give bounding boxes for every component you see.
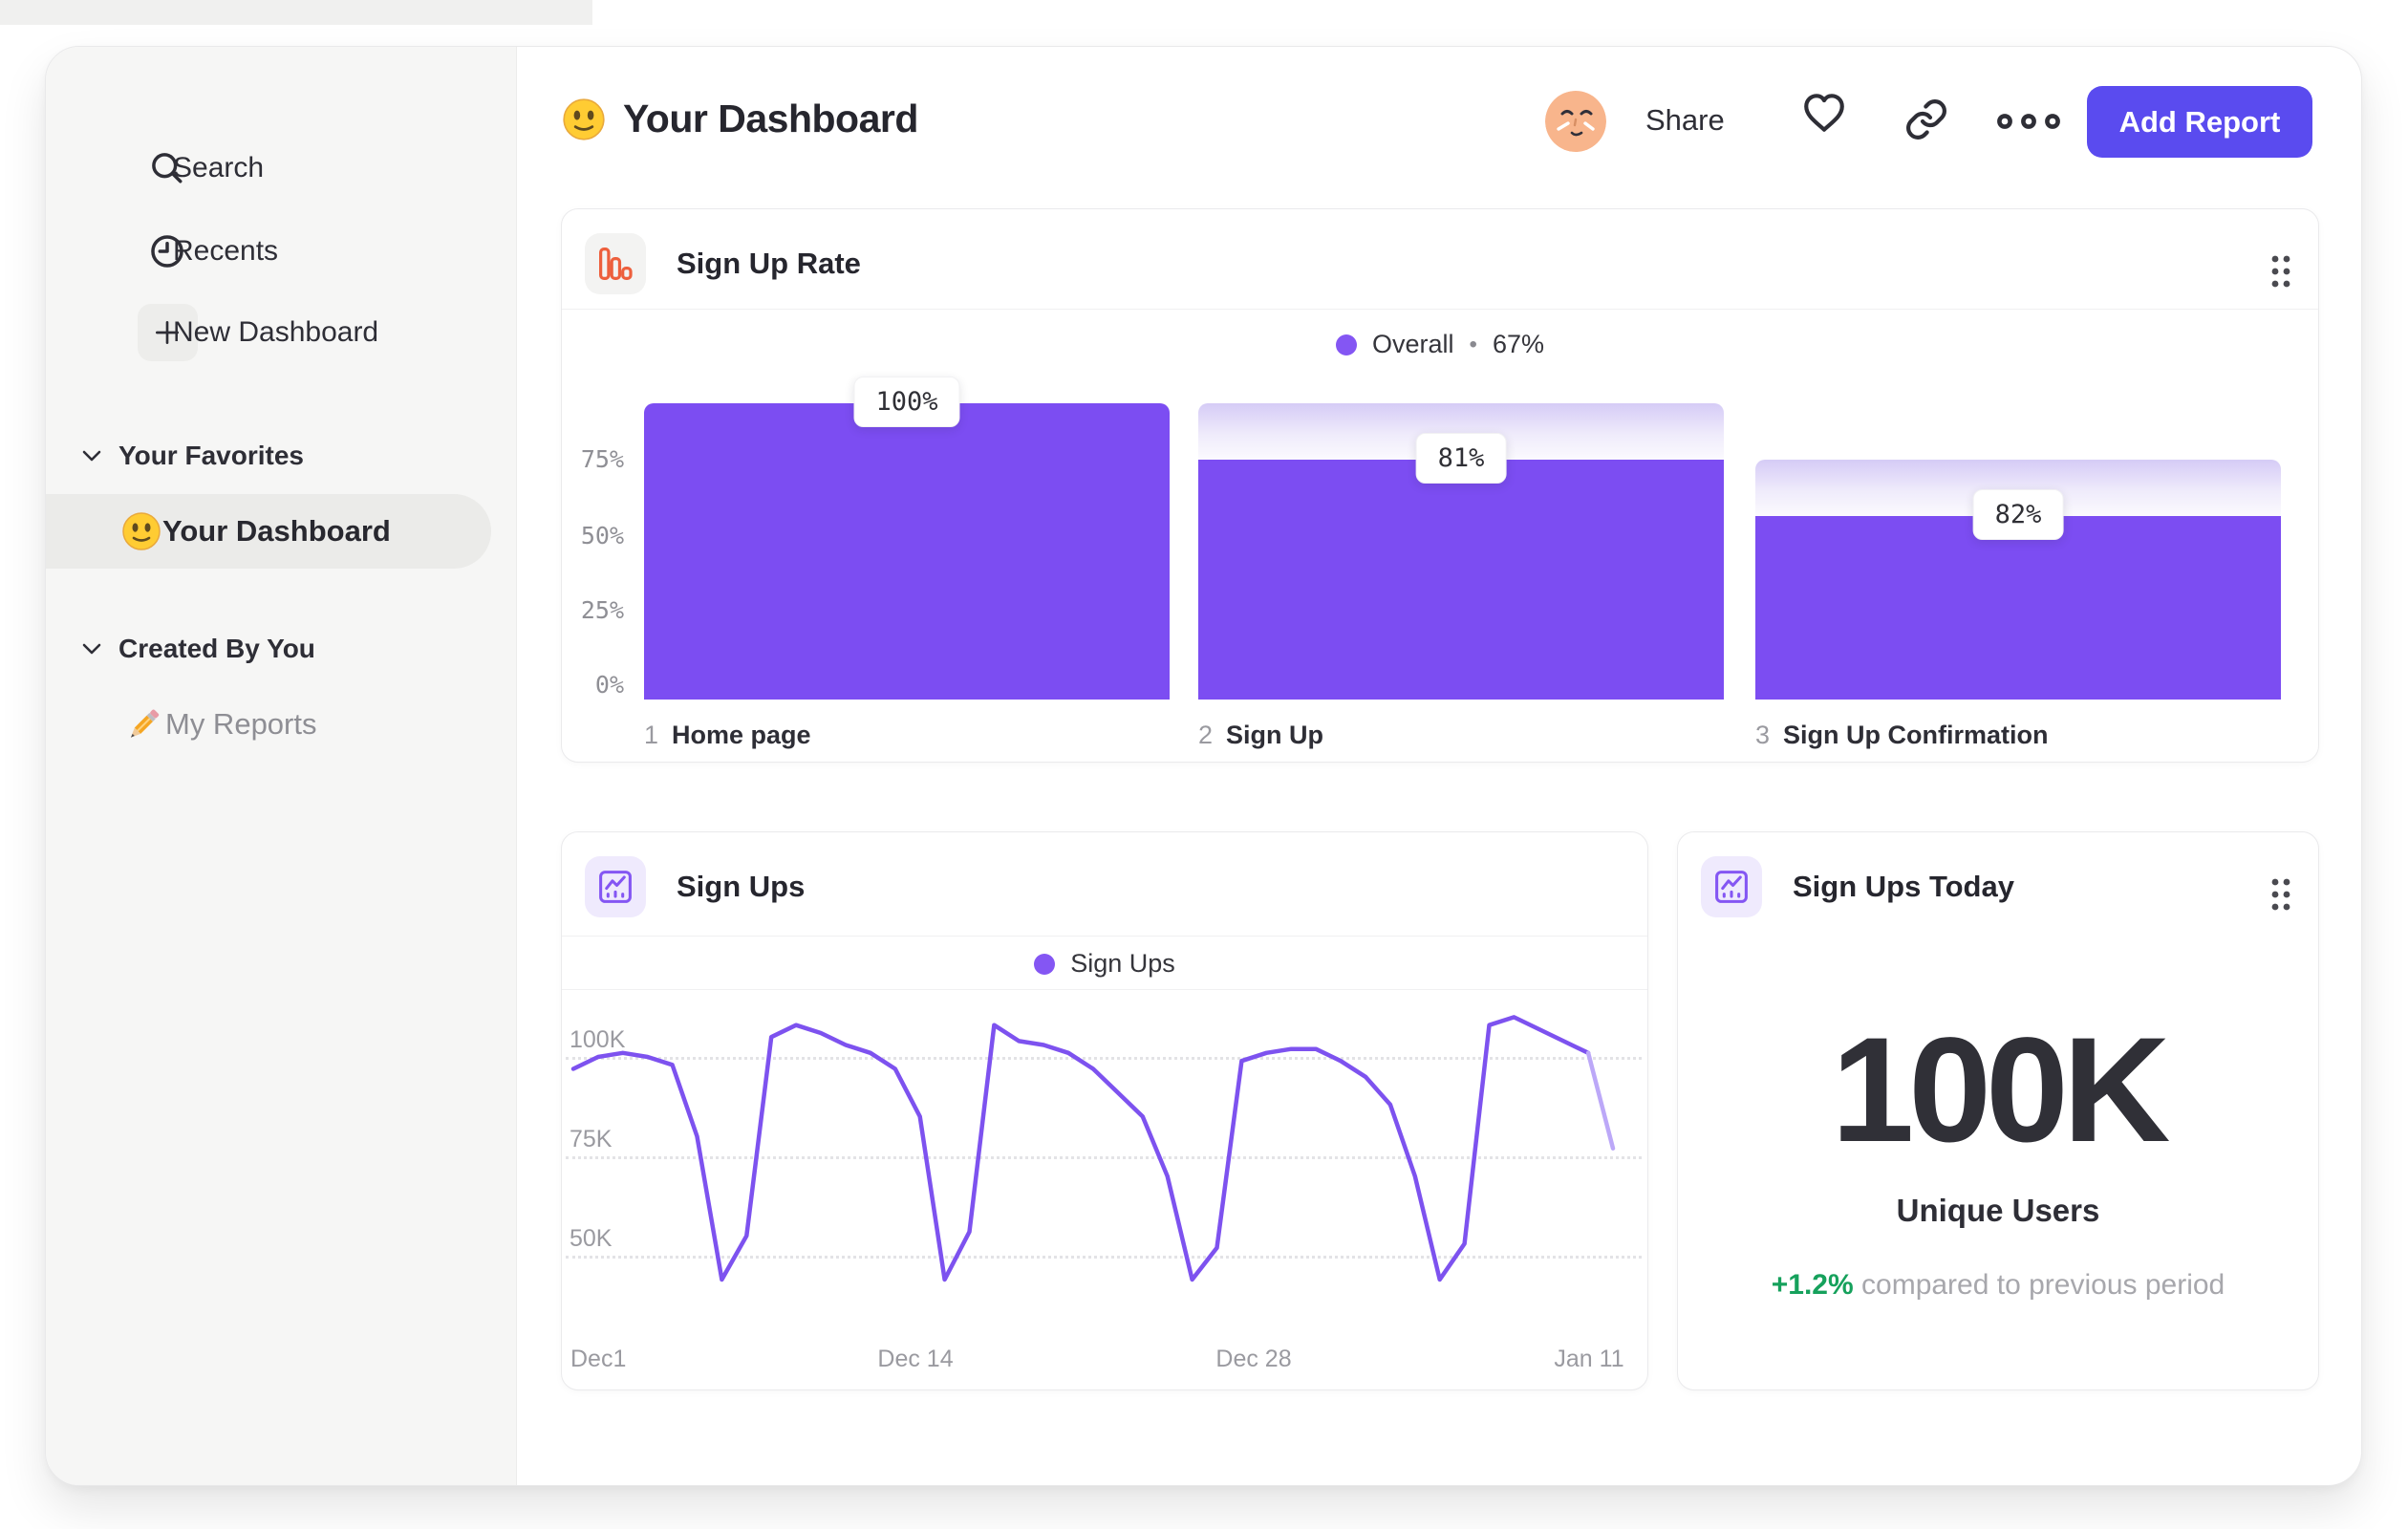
card-title: Sign Ups Today xyxy=(1793,870,2014,903)
sidebar-section-created-by-you[interactable]: Created By You xyxy=(80,634,315,664)
sign-up-rate-card: Sign Up Rate Overall • 67% 75% 50% 25% 0… xyxy=(561,208,2319,763)
x-axis-tick: Jan 11 xyxy=(1554,1346,1624,1372)
x-axis-tick: Dec 28 xyxy=(1215,1346,1292,1372)
x-axis-tick: Dec 14 xyxy=(877,1346,954,1372)
y-axis-tick: 75% xyxy=(580,445,624,473)
favorite-heart-button[interactable] xyxy=(1800,91,1848,135)
bar-chart-icon xyxy=(585,233,646,294)
sidebar-item-search[interactable]: Search xyxy=(46,139,516,198)
card-header: Sign Ups Today xyxy=(1701,856,2014,917)
page-title: Your Dashboard xyxy=(562,97,918,141)
pencil-emoji-icon xyxy=(123,704,163,744)
y-axis-tick: 50K xyxy=(570,1225,613,1252)
card-title: Sign Up Rate xyxy=(677,247,861,280)
funnel-step-label: 3 Sign Up Confirmation xyxy=(1755,721,2049,749)
legend-dot-icon xyxy=(1336,334,1357,355)
funnel-bar-home-page[interactable]: 100% 1 Home page xyxy=(644,377,1170,749)
sidebar-item-my-reports[interactable]: My Reports xyxy=(46,693,516,756)
sidebar-item-label: Search xyxy=(173,152,265,183)
y-axis-tick: 0% xyxy=(594,671,624,699)
card-header: Sign Up Rate xyxy=(585,233,861,294)
line-chart-icon xyxy=(1701,856,1762,917)
line-chart-icon xyxy=(585,856,646,917)
divider xyxy=(562,989,1647,990)
drag-handle-icon[interactable] xyxy=(2268,252,2293,291)
sidebar-item-new-dashboard[interactable]: New Dashboard xyxy=(46,301,516,364)
chevron-down-icon xyxy=(82,643,101,655)
line-legend[interactable]: Sign Ups xyxy=(562,949,1647,979)
ellipsis-icon xyxy=(1997,114,2060,129)
sidebar-item-label: My Reports xyxy=(165,707,317,741)
user-avatar[interactable] xyxy=(1545,91,1606,152)
y-axis-tick: 25% xyxy=(580,596,624,624)
smiley-emoji-icon xyxy=(121,511,161,551)
add-report-button[interactable]: Add Report xyxy=(2087,86,2312,158)
card-title: Sign Ups xyxy=(677,870,806,903)
y-axis-tick: 100K xyxy=(570,1026,626,1053)
metric-value: 100K xyxy=(1831,1007,2171,1174)
divider xyxy=(562,309,2318,310)
delta-value: +1.2% xyxy=(1771,1269,1854,1301)
dashboard-page: Search Recents New Dashboard Your Favori… xyxy=(0,0,2408,1529)
copy-link-button[interactable] xyxy=(1903,97,1949,142)
divider xyxy=(562,936,1647,937)
sidebar-item-label: New Dashboard xyxy=(173,316,379,348)
chevron-down-icon xyxy=(82,450,101,462)
bar-solid xyxy=(1198,459,1724,700)
card-header: Sign Ups xyxy=(585,856,805,917)
smiley-emoji-icon xyxy=(562,97,606,141)
section-title: Created By You xyxy=(118,634,315,663)
bar-solid xyxy=(644,403,1170,700)
x-axis-tick: Dec1 xyxy=(570,1346,627,1372)
funnel-step-label: 1 Home page xyxy=(644,721,811,749)
funnel-step-label: 2 Sign Up xyxy=(1198,721,1324,749)
sidebar-item-label: Your Dashboard xyxy=(162,514,391,548)
funnel-chart: 100% 1 Home page 81% 2 Sign Up 82% 3 Sig… xyxy=(644,377,2282,749)
sidebar-item-recents[interactable]: Recents xyxy=(46,222,516,281)
y-axis-tick: 50% xyxy=(580,522,624,549)
legend-dot-icon xyxy=(1034,953,1056,975)
metric-label: Unique Users xyxy=(1896,1193,2100,1228)
drag-handle-icon[interactable] xyxy=(2268,875,2293,914)
funnel-legend[interactable]: Overall • 67% xyxy=(562,330,2318,359)
more-options-button[interactable] xyxy=(1997,111,2060,132)
bar-value-label: 100% xyxy=(853,377,960,427)
link-icon xyxy=(1906,99,1946,140)
funnel-bar-sign-up-confirmation[interactable]: 82% 3 Sign Up Confirmation xyxy=(1755,403,2281,749)
bar-solid xyxy=(1755,515,2281,700)
gridline xyxy=(566,1256,1642,1259)
sidebar-section-your-favorites[interactable]: Your Favorites xyxy=(80,441,304,471)
section-title: Your Favorites xyxy=(118,441,304,470)
gridline xyxy=(566,1156,1642,1159)
background-window-strip xyxy=(0,0,592,25)
heart-icon xyxy=(1804,94,1844,132)
gridline xyxy=(566,1057,1642,1060)
sidebar-item-label: Recents xyxy=(173,235,279,267)
delta-note: compared to previous period xyxy=(1861,1269,2225,1301)
sidebar-item-your-dashboard-active[interactable]: Your Dashboard xyxy=(46,494,491,569)
sidebar: Search Recents New Dashboard Your Favori… xyxy=(46,47,517,1485)
funnel-bar-sign-up[interactable]: 81% 2 Sign Up xyxy=(1198,403,1724,749)
sign-ups-card: Sign Ups Sign Ups 100K 75K 50K xyxy=(561,831,1648,1390)
y-axis-tick: 75K xyxy=(570,1126,613,1152)
share-button[interactable]: Share xyxy=(1645,103,1725,138)
bar-value-label: 81% xyxy=(1415,432,1507,484)
metric-delta: +1.2% compared to previous period xyxy=(1677,1269,2319,1302)
bar-value-label: 82% xyxy=(1972,488,2064,540)
